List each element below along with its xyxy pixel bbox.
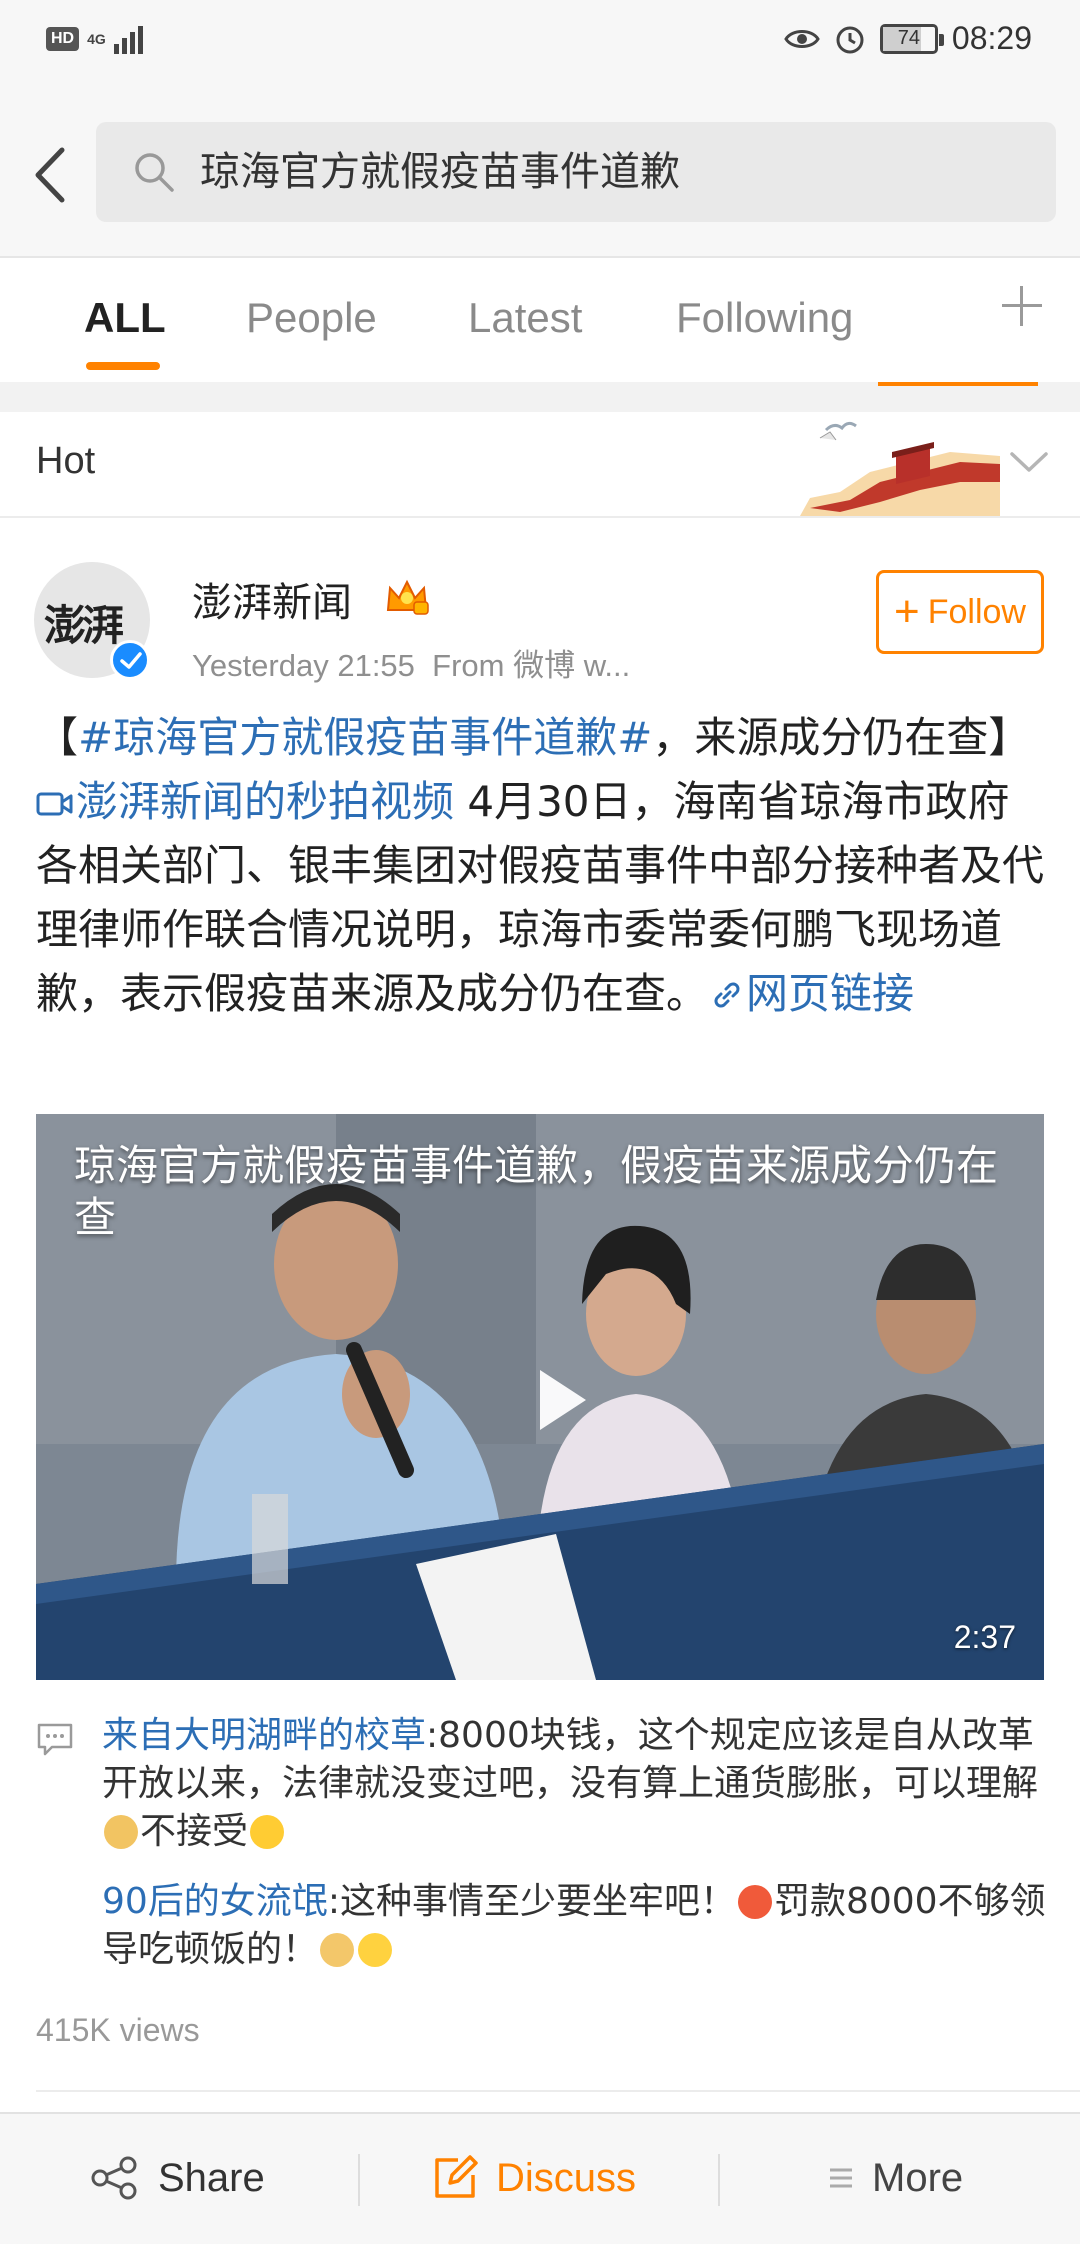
great-wall-image <box>800 421 1000 516</box>
status-left: HD 4G <box>46 24 143 54</box>
hd-badge: HD <box>46 27 80 51</box>
share-icon <box>91 2156 137 2200</box>
web-link[interactable]: 网页链接 <box>708 969 914 1018</box>
tired-emoji-icon <box>320 1933 355 1967</box>
tab-bar: ALL People Latest Following <box>0 258 1080 382</box>
shrug-emoji-icon <box>250 1815 285 1849</box>
status-right: 74 08:29 <box>784 20 1032 57</box>
commenter-name[interactable]: 90后的女流氓 <box>102 1881 328 1922</box>
hashtag-link[interactable]: #琼海官方就假疫苗事件道歉# <box>78 713 652 762</box>
search-query: 琼海官方就假疫苗事件道歉 <box>200 149 680 195</box>
hot-filter-row[interactable]: Hot <box>0 412 1080 518</box>
tab-all[interactable]: ALL <box>84 294 166 342</box>
comment-text: :这种事情至少要坐牢吧！ <box>327 1881 736 1922</box>
follow-button[interactable]: + Follow <box>876 570 1044 654</box>
view-count: 415K views <box>36 2012 200 2048</box>
battery-icon: 74 <box>879 23 944 54</box>
post-meta: Yesterday 21:55 From 微博 w... <box>192 640 630 685</box>
alarm-icon <box>836 26 864 53</box>
post-text: 【#琼海官方就假疫苗事件道歉#，来源成分仍在查】澎湃新闻的秒拍视频 4月30日，… <box>36 706 1046 1026</box>
discuss-label: Discuss <box>496 2155 637 2200</box>
search-icon <box>135 153 174 192</box>
search-header: 琼海官方就假疫苗事件道歉 <box>0 90 1080 258</box>
video-title: 琼海官方就假疫苗事件道歉，假疫苗来源成分仍在查 <box>74 1141 999 1242</box>
decor-strip <box>878 382 1038 386</box>
clock: 08:29 <box>951 20 1032 56</box>
vip-crown-icon <box>386 579 429 615</box>
video-camera-icon <box>36 792 73 816</box>
verified-badge-icon <box>110 640 150 680</box>
edit-icon <box>435 2155 478 2198</box>
add-tab-icon[interactable] <box>1000 284 1044 328</box>
commenter-name[interactable]: 来自大明湖畔的校草 <box>102 1715 426 1756</box>
comment-item: 90后的女流氓:这种事情至少要坐牢吧！ 罚款8000不够领导吃顿饭的！ <box>102 1878 1062 1974</box>
post-time: Yesterday 21:55 <box>192 648 415 683</box>
battery-level: 74 <box>897 27 921 49</box>
hot-label: Hot <box>36 440 96 482</box>
plus-icon: + <box>894 587 920 636</box>
web-link-label: 网页链接 <box>746 969 915 1018</box>
signal-icon <box>113 24 143 54</box>
search-input[interactable]: 琼海官方就假疫苗事件道歉 <box>96 122 1056 222</box>
doge-emoji-icon <box>104 1815 138 1849</box>
menu-icon <box>830 2168 852 2188</box>
post-source: From 微博 w... <box>432 648 631 683</box>
tab-following[interactable]: Following <box>676 294 853 342</box>
comment-item: 来自大明湖畔的校草:8000块钱，这个规定应该是自从改革开放以来，法律就没变过吧… <box>102 1712 1062 1856</box>
eye-icon <box>784 29 820 48</box>
more-button[interactable]: More <box>828 2148 963 2208</box>
headline-rest: ，来源成分仍在查】 <box>652 713 1031 762</box>
separator <box>718 2154 720 2206</box>
tab-people[interactable]: People <box>246 294 377 342</box>
bottom-action-bar: Share Discuss More <box>0 2112 1080 2244</box>
share-label: Share <box>158 2155 265 2200</box>
active-tab-indicator <box>86 362 160 370</box>
bracket-open: 【 <box>36 713 79 762</box>
more-label: More <box>872 2155 964 2200</box>
chevron-down-icon[interactable] <box>1008 448 1050 476</box>
post-divider <box>36 2090 1080 2092</box>
section-gap <box>0 382 1080 412</box>
author-name[interactable]: 澎湃新闻 <box>192 570 352 628</box>
back-icon[interactable] <box>26 140 76 210</box>
angry-emoji-icon <box>737 1885 772 1919</box>
network-type: 4G <box>87 31 106 47</box>
avatar-text: 澎湃 <box>44 601 124 650</box>
play-icon[interactable] <box>506 1350 606 1450</box>
comment-text-cont: 不接受 <box>140 1811 249 1852</box>
video-link[interactable]: 澎湃新闻的秒拍视频 <box>36 777 454 826</box>
discuss-button[interactable]: Discuss <box>432 2148 636 2208</box>
tab-latest[interactable]: Latest <box>468 294 582 342</box>
video-duration: 2:37 <box>953 1619 1016 1655</box>
status-bar: HD 4G 74 08:29 <box>0 0 1080 90</box>
share-button[interactable]: Share <box>90 2148 265 2208</box>
link-icon <box>714 982 740 1008</box>
separator <box>358 2154 360 2206</box>
comment-icon <box>37 1723 73 1756</box>
video-link-label: 澎湃新闻的秒拍视频 <box>76 777 455 826</box>
video-player[interactable]: 琼海官方就假疫苗事件道歉，假疫苗来源成分仍在查 2:37 <box>36 1114 1044 1680</box>
follow-label: Follow <box>927 592 1026 631</box>
laugh-cry-emoji-icon <box>358 1933 393 1967</box>
